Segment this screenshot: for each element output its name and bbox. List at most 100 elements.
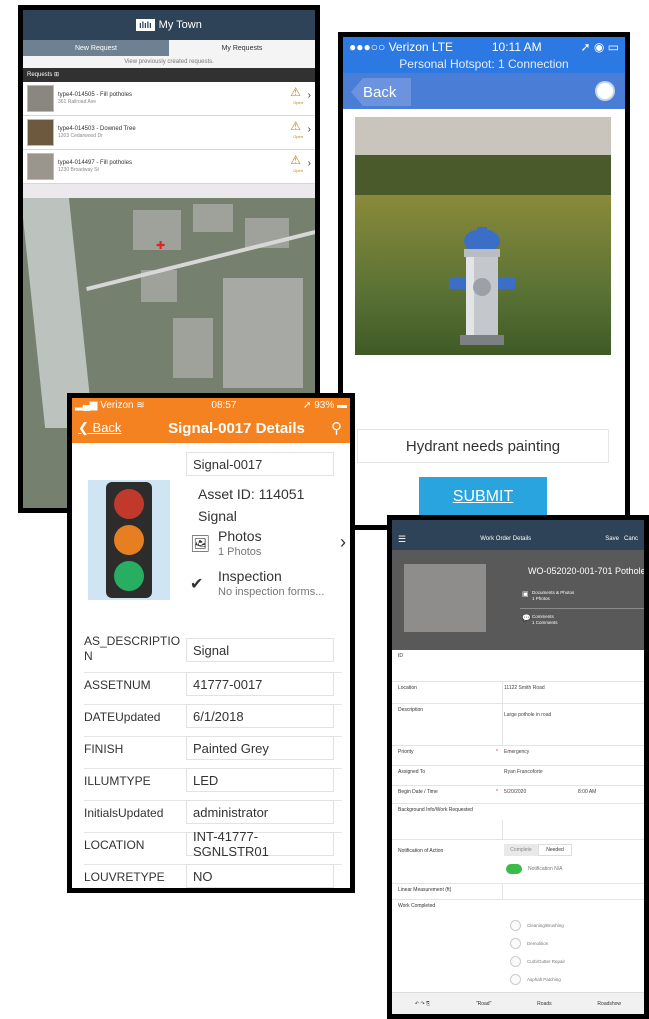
status-time: 08:57 (211, 400, 237, 411)
request-title: type4-014503 - Downed Tree (58, 126, 136, 132)
report-caption[interactable]: Hydrant needs painting (357, 429, 609, 463)
back-label: Back (92, 420, 122, 435)
request-row[interactable]: type4-014503 - Downed Tree 1203 Cedarwood… (23, 116, 315, 150)
photos-count: 1 Photos (218, 546, 262, 558)
separator (520, 608, 644, 609)
request-address: 1203 Cedarwood Dr (58, 133, 103, 139)
map-pin-icon[interactable]: ✚ (156, 239, 165, 252)
background-field[interactable] (502, 820, 644, 839)
linear-field[interactable] (502, 884, 644, 899)
nav-bar: Back (343, 73, 625, 109)
row-description[interactable]: Description Large pothole in road (392, 704, 644, 746)
row-notification[interactable]: Notification of Action Complete Needed N… (392, 840, 644, 884)
field-value[interactable]: 41777-0017 (186, 672, 334, 696)
required-marker: * (496, 789, 498, 795)
documents-count: 1 Photos (532, 596, 550, 601)
field-value[interactable]: 6/1/2018 (186, 704, 334, 728)
field-value[interactable]: administrator (186, 800, 334, 824)
row-assigned[interactable]: Assigned To Ryan Francoforte (392, 766, 644, 786)
requests-label: Requests (27, 72, 53, 78)
checkbox-cleaning[interactable]: Cleaning/Brushing (510, 920, 564, 931)
tab-my-requests[interactable]: My Requests (169, 40, 315, 56)
segment-needed[interactable]: Needed (538, 844, 572, 856)
field-value[interactable]: Signal (186, 638, 334, 662)
back-link[interactable]: ❮ Back (72, 420, 142, 436)
field-value[interactable]: LED (186, 768, 334, 792)
begin-date[interactable]: 5/20/2020 (504, 789, 526, 795)
fire-hydrant-icon (449, 227, 515, 345)
field-value[interactable]: NO (186, 864, 334, 888)
check-label: Asphalt Patching (527, 977, 561, 982)
photo-trees (355, 155, 611, 195)
field-label: InitialsUpdated (84, 806, 164, 820)
request-row[interactable]: type4-014505 - Fill potholes 361 Railroad… (23, 82, 315, 116)
suggestion-2[interactable]: Roads (537, 1001, 551, 1007)
row-background[interactable]: Background Info/Work Requested (392, 804, 644, 840)
signal-bars-icon: ▂▄▆ (75, 400, 98, 411)
comment-icon: 💬 (522, 615, 531, 622)
submit-button[interactable]: SUBMIT (419, 477, 547, 517)
undo-icon[interactable]: ↶ ↷ ⎘ (415, 1001, 430, 1007)
chevron-right-icon: › (307, 158, 311, 169)
documents-photos-link[interactable]: ▣ Documents & Photos 1 Photos (522, 590, 574, 602)
row-linear[interactable]: Linear Measurement (ft) (392, 884, 644, 900)
save-button[interactable]: Save (605, 536, 619, 542)
field-label: DATEUpdated (84, 710, 161, 724)
traffic-light-image (88, 480, 170, 600)
hydrant-photo (355, 117, 611, 355)
map-block (173, 318, 213, 378)
assigned-label: Assigned To (398, 769, 426, 775)
cancel-button[interactable]: Canc (624, 536, 638, 542)
app-title: My Town (158, 19, 202, 31)
row-priority[interactable]: Priority * Emergency (392, 746, 644, 766)
photos-row[interactable]: 🖼 Photos 1 Photos › (190, 528, 350, 564)
field-value[interactable]: INT-41777-SGNLSTR01 (186, 829, 334, 859)
tab-subtitle: View previously created requests. (23, 56, 315, 68)
check-circle-icon: ✔ (190, 576, 204, 593)
priority-label: Priority (398, 749, 414, 755)
location-label: Location (398, 685, 417, 691)
linear-label: Linear Measurement (ft) (398, 887, 452, 893)
request-title: type4-014505 - Fill potholes (58, 92, 133, 98)
description-field[interactable] (502, 704, 644, 745)
checkbox-demolition[interactable]: Demolition (510, 938, 548, 949)
back-button[interactable]: Back (351, 78, 411, 106)
suggestion-3[interactable]: Roadshow (597, 1001, 621, 1007)
request-status: Open (293, 168, 303, 173)
hotspot-banner[interactable]: Personal Hotspot: 1 Connection (343, 57, 625, 73)
request-title: type4-014497 - Fill potholes (58, 160, 133, 166)
radio-circle (510, 920, 521, 931)
work-completed-label: Work Completed (398, 903, 436, 909)
nav-bar: ☰ Work Order Details Save Canc (392, 528, 644, 550)
required-marker: * (496, 749, 498, 755)
location-icon: ➚ (303, 400, 312, 411)
row-location[interactable]: Location 11122 Smith Road (392, 682, 644, 704)
request-row[interactable]: type4-014497 - Fill potholes 1230 Broadwa… (23, 150, 315, 184)
status-time: 10:11 AM (491, 40, 542, 54)
search-icon[interactable]: ⚲ (331, 419, 350, 437)
request-address: 361 Railroad Ave (58, 99, 96, 105)
notification-label: Notification of Action (398, 848, 444, 854)
radio-circle (510, 938, 521, 949)
row-begin-date[interactable]: Begin Date / Time * 5/20/2020 8:00 AM (392, 786, 644, 804)
description-value: Large pothole in road (504, 712, 552, 718)
notification-na-label: Notification N/A (528, 866, 563, 872)
map-block (193, 204, 233, 232)
menu-icon[interactable]: ☰ (398, 534, 406, 545)
segment-complete[interactable]: Complete (504, 844, 538, 856)
comments-link[interactable]: 💬 Comments 1 Comments (522, 614, 558, 626)
row-id: ID (392, 650, 644, 682)
comments-count: 1 Comments (532, 620, 558, 625)
assigned-value: Ryan Francoforte (504, 769, 543, 775)
checkbox-curb-gutter[interactable]: Curb/Gutter Repair (510, 956, 565, 967)
field-value[interactable]: Painted Grey (186, 736, 334, 760)
tab-new-request[interactable]: New Request (23, 40, 169, 56)
notification-toggle[interactable] (506, 864, 522, 874)
asset-name-field[interactable]: Signal-0017 (186, 452, 334, 476)
suggestion-1[interactable]: "Road" (476, 1001, 492, 1007)
checkbox-asphalt[interactable]: Asphalt Patching (510, 974, 561, 985)
app-header: ılılı My Town (23, 10, 315, 40)
inspection-row[interactable]: ✔ Inspection No inspection forms... (190, 568, 350, 604)
begin-time[interactable]: 8:00 AM (578, 789, 596, 795)
id-label: ID (398, 653, 403, 659)
